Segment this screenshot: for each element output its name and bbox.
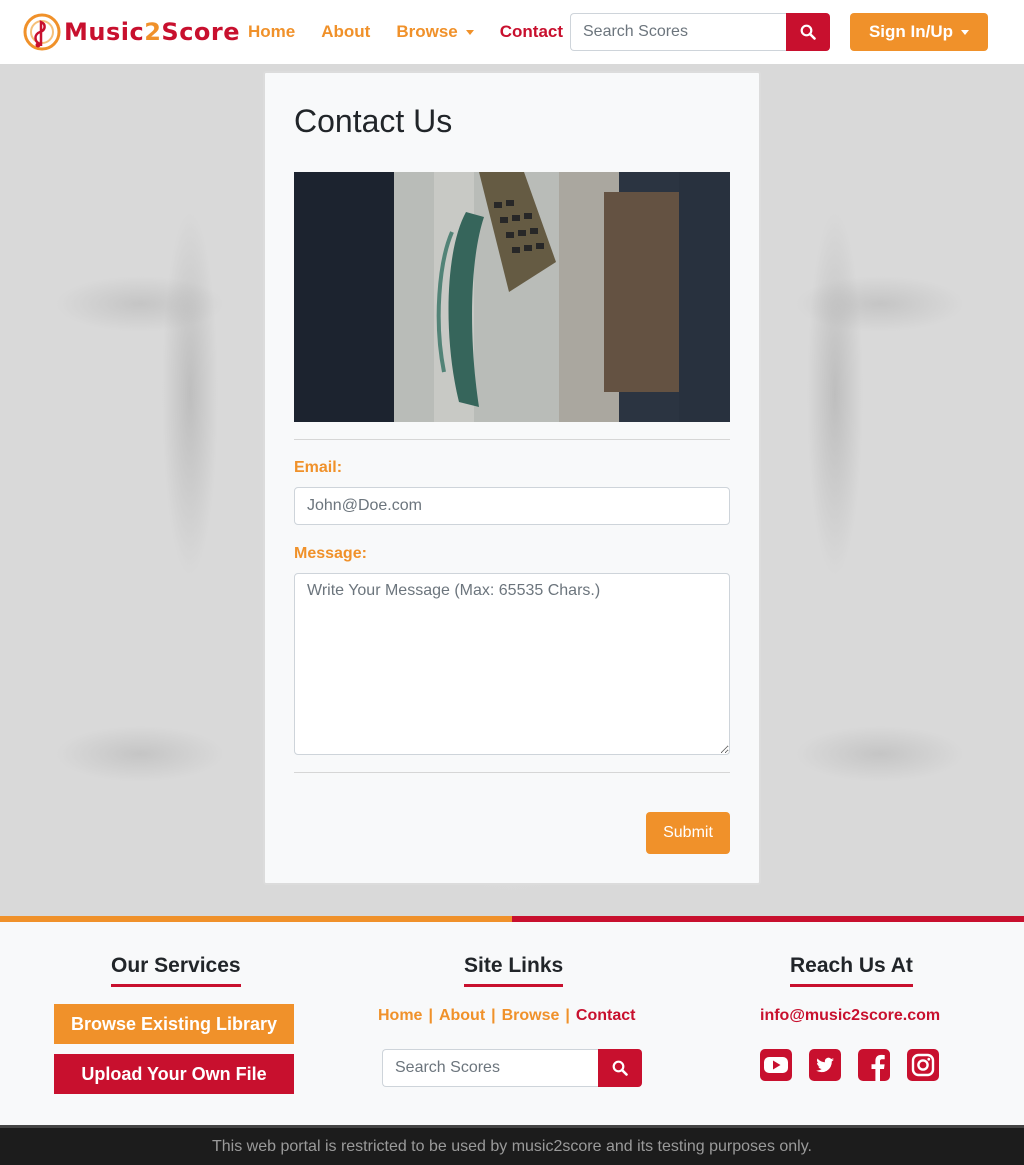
header-search-input[interactable]: [570, 13, 786, 51]
footer-link-browse[interactable]: Browse: [502, 1007, 560, 1024]
submit-button[interactable]: Submit: [646, 812, 730, 854]
main-nav: Home About Browse Contact: [248, 22, 589, 42]
nav-browse-dropdown[interactable]: Browse: [396, 22, 474, 42]
nav-contact[interactable]: Contact: [500, 22, 563, 42]
page-title: Contact Us: [294, 103, 453, 139]
instagram-icon[interactable]: [907, 1049, 939, 1081]
footer-link-home[interactable]: Home: [378, 1007, 422, 1024]
payphone-photo: [294, 172, 730, 422]
navbar: Music2Score Home About Browse Contact Si…: [0, 0, 1024, 64]
search-icon: [800, 24, 816, 40]
footer-search: [382, 1049, 642, 1087]
divider: [294, 772, 730, 773]
sign-in-label: Sign In/Up: [868, 22, 954, 41]
message-field[interactable]: [294, 573, 730, 755]
footer-site-links: Home | About | Browse | Contact: [378, 1007, 635, 1025]
header-search: [570, 13, 830, 51]
search-icon: [612, 1060, 628, 1076]
header-search-button[interactable]: [786, 13, 830, 51]
caret-down-icon: [961, 29, 970, 35]
contact-email-link[interactable]: info@music2score.com: [760, 1007, 940, 1025]
footer-link-about[interactable]: About: [439, 1007, 485, 1024]
facebook-icon[interactable]: [858, 1049, 890, 1081]
divider: [294, 439, 730, 440]
site-links-heading: Site Links: [464, 954, 564, 987]
upload-file-button[interactable]: Upload Your Own File: [54, 1054, 294, 1094]
contact-card: Contact Us Email: Message: Submit: [263, 71, 761, 885]
nav-browse-label: Browse: [396, 22, 458, 41]
footer: Our Services Browse Existing Library Upl…: [0, 922, 1024, 1125]
sign-in-dropdown-button[interactable]: Sign In/Up: [850, 13, 988, 51]
music-logo-icon: [23, 13, 61, 51]
footer-search-button[interactable]: [598, 1049, 642, 1087]
nav-home[interactable]: Home: [248, 22, 295, 42]
legal-notice-bar: This web portal is restricted to be used…: [0, 1125, 1024, 1165]
link-separator: |: [491, 1007, 496, 1024]
nav-about[interactable]: About: [321, 22, 370, 42]
browse-library-button[interactable]: Browse Existing Library: [54, 1004, 294, 1044]
message-label: Message:: [294, 545, 367, 562]
twitter-icon[interactable]: [809, 1049, 841, 1081]
legal-notice-text: This web portal is restricted to be used…: [212, 1138, 812, 1155]
services-heading: Our Services: [111, 954, 241, 987]
email-label: Email:: [294, 459, 343, 476]
footer-search-input[interactable]: [382, 1049, 598, 1087]
caret-down-icon: [465, 29, 474, 35]
brand-name: Music2Score: [64, 18, 241, 46]
reach-heading: Reach Us At: [790, 954, 913, 987]
footer-link-contact[interactable]: Contact: [576, 1007, 636, 1024]
link-separator: |: [565, 1007, 570, 1024]
youtube-icon[interactable]: [760, 1049, 792, 1081]
brand-logo-link[interactable]: Music2Score: [22, 12, 240, 52]
link-separator: |: [428, 1007, 433, 1024]
email-field[interactable]: [294, 487, 730, 525]
